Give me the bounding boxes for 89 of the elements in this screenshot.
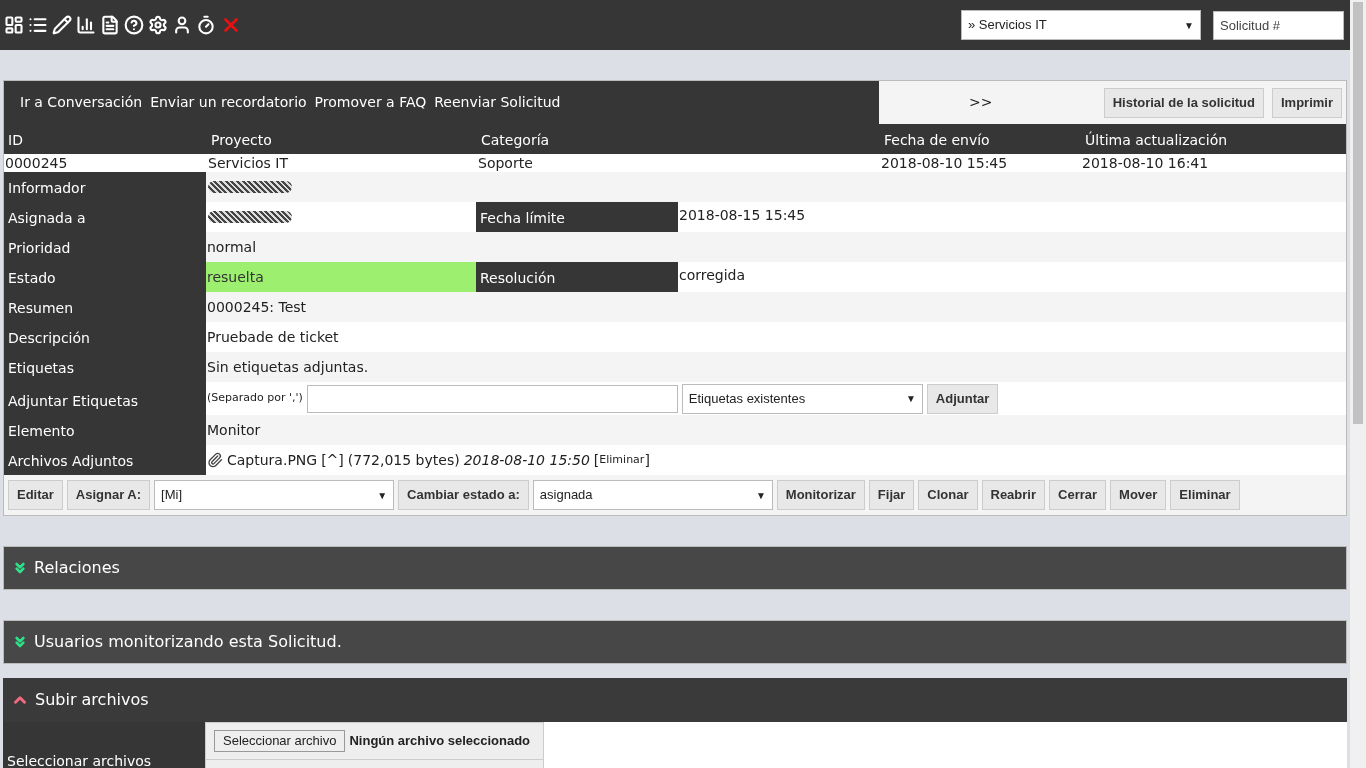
field-value: Pruebade de ticket — [206, 327, 339, 347]
action-link[interactable]: Ir a Conversación — [20, 92, 143, 113]
search-field[interactable]: Solicitud # — [1213, 10, 1344, 40]
field-hint: (Separado por ',') — [207, 390, 303, 407]
action-select[interactable]: [Mi] ▼ — [154, 480, 395, 510]
field-value: resuelta — [206, 267, 264, 287]
field-label: Adjuntar Etiquetas — [4, 382, 206, 415]
bracket: [ — [593, 450, 600, 470]
field-label: Informador — [4, 172, 206, 202]
field-label: Fecha límite — [476, 202, 678, 232]
action-button[interactable]: Cambiar estado a: — [398, 480, 529, 510]
field-label: Estado — [4, 262, 206, 292]
summary-cell-text: 2018-08-10 16:41 — [1081, 154, 1210, 172]
action-link[interactable]: Enviar un recordatorio — [150, 92, 307, 113]
file-link[interactable]: Captura.PNG — [227, 449, 318, 471]
summary-cell-text: 0000245 — [4, 154, 69, 172]
field-label: Etiquetas — [4, 352, 206, 382]
action-button[interactable]: Mover — [1110, 480, 1167, 510]
action-button[interactable]: Monitorizar — [776, 480, 865, 510]
dropdown-arrow: ▼ — [755, 488, 766, 503]
file-date: 2018-08-10 15:50 — [463, 450, 590, 470]
action-select[interactable]: asignada ▼ — [532, 480, 773, 510]
user-icon[interactable] — [172, 15, 192, 35]
dropdown-arrow: ▼ — [1184, 18, 1194, 33]
field-label: Elemento — [4, 415, 206, 445]
pencil-icon[interactable] — [52, 15, 72, 35]
scrollbar[interactable] — [1350, 0, 1366, 768]
header-button[interactable]: Imprimir — [1272, 87, 1342, 118]
next-link[interactable]: >> — [969, 92, 993, 113]
file-status: Ningún archivo seleccionado — [349, 732, 531, 751]
field-value: 0000245: Test — [206, 297, 307, 317]
summary-cell-text: 2018-08-10 15:45 — [880, 154, 1009, 172]
section-header[interactable]: Subir archivos — [3, 678, 1347, 722]
field-value: corregida — [678, 266, 746, 285]
list-icon[interactable] — [28, 15, 48, 35]
dropdown-arrow: ▼ — [905, 392, 916, 406]
section-header[interactable]: Usuarios monitorizando esta Solicitud. — [3, 620, 1347, 664]
section-title: Subir archivos — [35, 689, 149, 711]
double-chevron-down-icon — [12, 634, 28, 650]
action-button[interactable]: Clonar — [918, 480, 978, 510]
file-size: (772,015 bytes) — [347, 450, 460, 470]
field-label: Resolución — [476, 262, 678, 292]
delete-link[interactable]: Eliminar — [599, 451, 645, 469]
summary-cell-text: Servicios IT — [207, 154, 289, 172]
attach-tags-button[interactable]: Adjuntar — [926, 383, 999, 414]
file-select-button[interactable]: Seleccionar archivo — [214, 730, 346, 752]
field-value: normal — [206, 237, 257, 257]
action-button[interactable]: Editar — [8, 480, 63, 510]
column-header: ID — [7, 131, 24, 150]
tags-input[interactable] — [306, 384, 678, 413]
column-header: Fecha de envío — [883, 131, 991, 150]
action-link[interactable]: Promover a FAQ — [314, 92, 427, 113]
column-header: Categoría — [480, 131, 551, 150]
file-upload-field[interactable]: Seleccionar archivo Ningún archivo seleccionado — [205, 722, 544, 768]
field-label: Prioridad — [4, 232, 206, 262]
dashboard-icon[interactable] — [4, 15, 24, 35]
bracket: ] — [644, 450, 650, 470]
field-label: Archivos Adjuntos — [4, 445, 206, 475]
action-link[interactable]: Reenviar Solicitud — [434, 92, 561, 113]
field-label: Descripción — [4, 322, 206, 352]
paperclip-icon — [207, 452, 223, 468]
section-title: Relaciones — [34, 557, 120, 579]
field-label: Seleccionar archivos — [3, 722, 205, 768]
settings-icon[interactable] — [148, 15, 168, 35]
field-label: Resumen — [4, 292, 206, 322]
action-button[interactable]: Fijar — [868, 480, 915, 510]
double-chevron-down-icon — [12, 560, 28, 576]
field-value: 2018-08-15 15:45 — [678, 206, 806, 225]
bar-chart-icon[interactable] — [76, 15, 96, 35]
document-icon[interactable] — [100, 15, 120, 35]
section-title: Usuarios monitorizando esta Solicitud. — [34, 631, 342, 653]
file-open-link[interactable]: [^] — [321, 449, 344, 471]
action-button[interactable]: Asignar A: — [66, 480, 151, 510]
header-button[interactable]: Historial de la solicitud — [1103, 87, 1264, 118]
action-button[interactable]: Eliminar — [1170, 480, 1240, 510]
summary-cell-text: Soporte — [477, 154, 534, 172]
action-button[interactable]: Cerrar — [1049, 480, 1107, 510]
column-header: Última actualización — [1084, 130, 1229, 150]
field-label: Asignada a — [4, 202, 206, 232]
action-button[interactable]: Reabrir — [981, 480, 1046, 510]
dropdown-arrow: ▼ — [377, 488, 388, 503]
field-value: Monitor — [206, 420, 261, 440]
section-header[interactable]: Relaciones — [3, 546, 1347, 590]
stopwatch-icon[interactable] — [196, 15, 216, 35]
help-icon[interactable] — [124, 15, 144, 35]
column-header: Proyecto — [210, 131, 273, 150]
tags-select[interactable]: Etiquetas existentes ▼ — [681, 383, 923, 414]
field-value: Sin etiquetas adjuntas. — [206, 357, 369, 377]
project-select[interactable]: » Servicios IT ▼ — [961, 10, 1201, 40]
